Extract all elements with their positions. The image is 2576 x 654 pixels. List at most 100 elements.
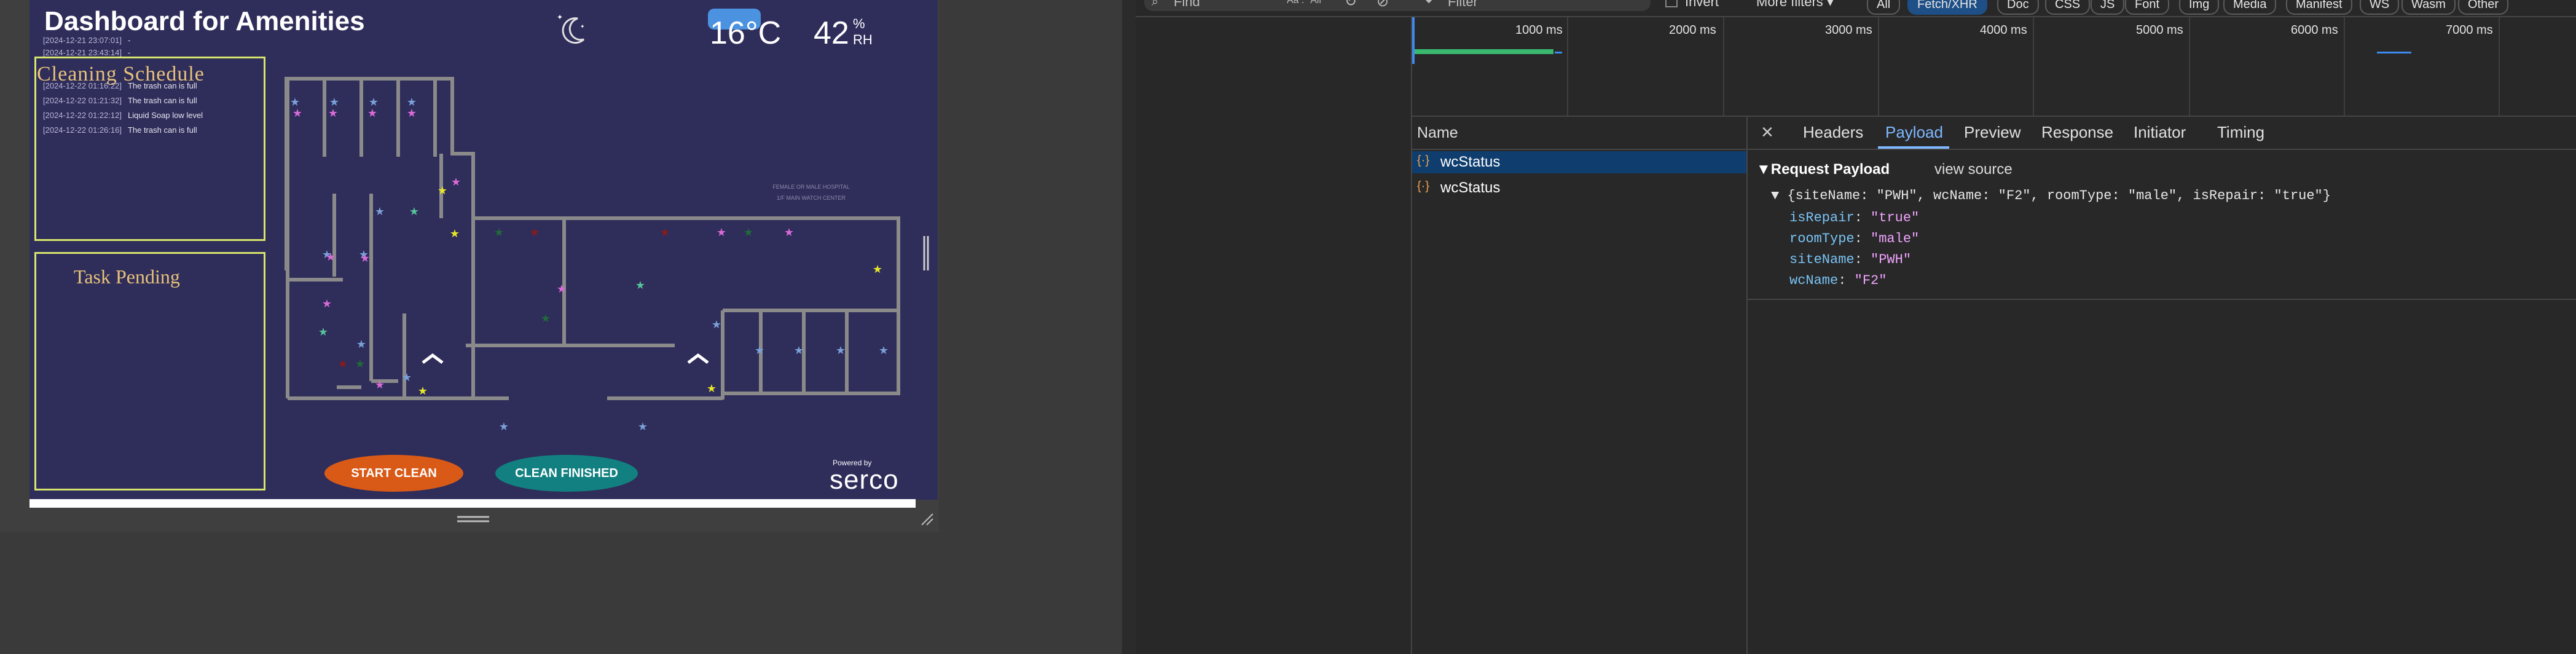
svg-text:★: ★: [438, 184, 447, 197]
filter-chip-all[interactable]: All: [1867, 0, 1901, 15]
payload-field: roomType: "male": [1789, 231, 1920, 246]
svg-text:★: ★: [794, 344, 804, 357]
svg-text:★: ★: [367, 107, 377, 120]
svg-text:★: ★: [530, 226, 540, 239]
view-source-link[interactable]: view source: [1934, 161, 2012, 178]
timeline-tick: 6000 ms: [2291, 23, 2338, 37]
svg-text:★: ★: [784, 226, 794, 239]
find-placeholder: Find: [1174, 0, 1200, 9]
dashboard-footer-bar: [29, 499, 916, 508]
svg-text:★: ★: [356, 338, 366, 351]
svg-text:★: ★: [557, 283, 567, 296]
filter-chip-doc[interactable]: Doc: [1997, 0, 2039, 15]
svg-text:★: ★: [499, 420, 509, 433]
tab-headers[interactable]: Headers: [1803, 123, 1863, 142]
svg-text:★: ★: [712, 318, 721, 331]
clean-finished-button[interactable]: CLEAN FINISHED: [495, 455, 638, 492]
filter-chip-css[interactable]: CSS: [2045, 0, 2091, 15]
dashboard-title: Dashboard for Amenities: [44, 6, 365, 36]
devtools-panel: [1136, 0, 2576, 654]
payload-field: siteName: "PWH": [1789, 252, 1912, 267]
svg-text:★: ★: [879, 344, 889, 357]
svg-text:★: ★: [707, 382, 717, 395]
svg-text:★: ★: [318, 326, 328, 339]
svg-text:★: ★: [328, 107, 338, 120]
log-entry: [2024-12-22 01:26:16] The trash can is fu…: [43, 125, 197, 135]
filter-chip-media[interactable]: Media: [2223, 0, 2277, 15]
svg-text:★: ★: [638, 420, 648, 433]
filter-chip-ws[interactable]: WS: [2360, 0, 2400, 15]
humidity-unit: % RH: [853, 16, 873, 47]
resize-corner-icon[interactable]: [919, 511, 934, 526]
invert-checkbox[interactable]: [1665, 0, 1678, 7]
filter-chip-wasm[interactable]: Wasm: [2401, 0, 2456, 15]
request-name[interactable]: wcStatus: [1440, 179, 1500, 197]
log-entry: [2024-12-22 01:16:22] The trash can is fu…: [43, 81, 197, 90]
temperature-value: 16°C: [710, 15, 782, 51]
svg-text:✦: ✦: [557, 13, 563, 22]
log-entry: [2024-12-21 23:07:01] -: [43, 36, 131, 45]
svg-text:★: ★: [494, 226, 504, 239]
tab-initiator[interactable]: Initiator: [2134, 123, 2186, 142]
svg-text:★: ★: [409, 205, 419, 218]
task-pending-title: Task Pending: [74, 266, 180, 288]
svg-text:★: ★: [873, 263, 882, 276]
start-clean-button[interactable]: START CLEAN: [324, 455, 463, 492]
svg-text:★: ★: [375, 205, 385, 218]
log-entry: [2024-12-21 23:43:14] -: [43, 48, 131, 57]
request-name[interactable]: wcStatus: [1440, 154, 1500, 171]
svg-text:★: ★: [541, 312, 551, 325]
svg-text:★: ★: [293, 107, 302, 120]
svg-text:★: ★: [355, 358, 365, 371]
payload-summary[interactable]: ▼ {siteName: "PWH", wcName: "F2", roomTy…: [1771, 188, 2331, 203]
clear-icon[interactable]: ⊘: [1376, 0, 1389, 10]
log-entry: [2024-12-22 01:22:12] Liquid Soap low lev…: [43, 111, 203, 120]
filter-placeholder: Filter: [1448, 0, 1478, 9]
refresh-icon[interactable]: ↻: [1345, 0, 1357, 10]
more-filters-dropdown[interactable]: More filters ▾: [1756, 0, 1834, 10]
payload-field: isRepair: "true": [1789, 210, 1920, 226]
invert-label: Invert: [1685, 0, 1719, 9]
filter-chip-font[interactable]: Font: [2125, 0, 2170, 15]
timeline-tick: 7000 ms: [2446, 23, 2493, 37]
name-column-header[interactable]: Name: [1417, 124, 1458, 142]
log-entry: [2024-12-22 01:21:32] The trash can is fu…: [43, 96, 197, 105]
timeline-request-bar: [1415, 49, 1553, 54]
filter-chip-img[interactable]: Img: [2179, 0, 2220, 15]
timeline-tick: 1000 ms: [1515, 23, 1563, 37]
tab-response[interactable]: Response: [2041, 123, 2113, 142]
svg-text:★: ★: [407, 107, 417, 120]
timeline-tick: 3000 ms: [1825, 23, 1872, 37]
serco-logo: serco: [830, 465, 899, 495]
svg-text:★: ★: [451, 176, 461, 189]
xhr-icon: {·}: [1417, 154, 1430, 167]
tab-payload[interactable]: Payload: [1885, 123, 1943, 142]
filter-chip-other[interactable]: Other: [2458, 0, 2509, 15]
filter-chip-fetch-xhr[interactable]: Fetch/XHR: [1907, 0, 1987, 15]
request-payload-title[interactable]: ▼Request Payload: [1756, 161, 1890, 178]
svg-text:★: ★: [717, 226, 726, 239]
filter-chip-manifest[interactable]: Manifest: [2286, 0, 2352, 15]
find-options[interactable]: Aa .* All: [1287, 0, 1321, 6]
svg-text:★: ★: [360, 252, 370, 265]
timeline-tick: 2000 ms: [1669, 23, 1716, 37]
svg-text:★: ★: [755, 344, 764, 357]
svg-text:★: ★: [418, 385, 428, 398]
svg-text:★: ★: [660, 226, 670, 239]
svg-text:✦: ✦: [580, 23, 585, 30]
svg-text:★: ★: [326, 251, 336, 264]
filter-chip-js[interactable]: JS: [2091, 0, 2125, 15]
humidity-value: 42: [814, 15, 849, 51]
tab-timing[interactable]: Timing: [2217, 123, 2264, 142]
vertical-resize-handle-icon[interactable]: [922, 236, 930, 270]
svg-text:★: ★: [836, 344, 846, 357]
xhr-icon: {·}: [1417, 179, 1430, 193]
close-icon[interactable]: ×: [1761, 120, 1773, 144]
svg-text:★: ★: [450, 227, 460, 240]
svg-text:★: ★: [744, 226, 753, 239]
tab-preview[interactable]: Preview: [1964, 123, 2020, 142]
pane-divider[interactable]: [1122, 0, 1136, 654]
drag-handle-icon[interactable]: [457, 515, 489, 524]
svg-text:★: ★: [635, 279, 645, 292]
timeline-tick: 5000 ms: [2136, 23, 2183, 37]
